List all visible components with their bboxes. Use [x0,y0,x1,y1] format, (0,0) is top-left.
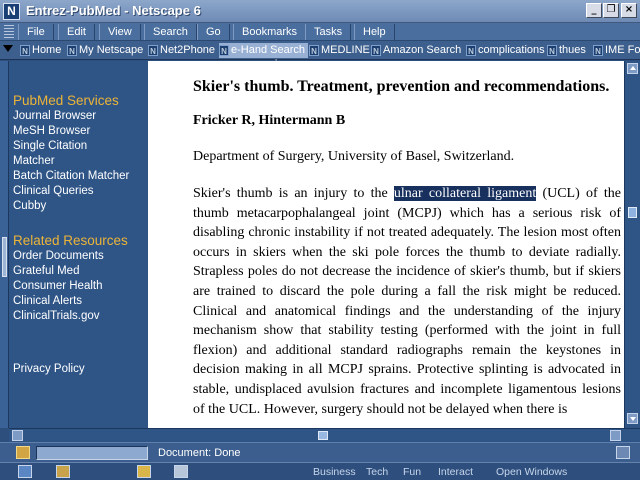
taskbar-link-business[interactable]: Business [313,465,356,479]
link-single-citation[interactable]: Single Citation [13,139,87,154]
taskbar-link-fun[interactable]: Fun [403,465,421,479]
article-title: Skier's thumb. Treatment, prevention and… [193,78,610,95]
vertical-scroll-thumb[interactable] [628,207,637,218]
link-clinicaltrials[interactable]: ClinicalTrials.gov [13,309,100,324]
article: Skier's thumb. Treatment, prevention and… [193,76,621,419]
vertical-scrollbar[interactable] [624,61,640,428]
navigator-icon[interactable] [18,465,32,478]
article-abstract: Skier's thumb is an injury to the ulnar … [193,184,621,419]
menu-go[interactable]: Go [197,24,230,40]
address-book-icon[interactable] [174,465,188,478]
menu-bookmarks[interactable]: Bookmarks [233,24,307,40]
bookmark-icon: N [593,45,603,56]
bookmark-icon: N [20,45,30,56]
link-cubby[interactable]: Cubby [13,199,46,214]
menu-bar: File Edit View Search Go Bookmarks Tasks… [0,23,640,41]
abstract-text: Skier's thumb is an injury to the [193,186,394,201]
browser-window: N Entrez-PubMed - Netscape 6 _ ❐ × File … [0,0,640,480]
task-bar: Business Tech Fun Interact Open Windows [0,462,640,480]
taskbar-link-tech[interactable]: Tech [366,465,388,479]
link-grateful-med[interactable]: Grateful Med [13,264,79,279]
menu-search[interactable]: Search [144,24,197,40]
bookmark-label: e-Hand Search [231,44,305,56]
link-batch-citation-matcher[interactable]: Batch Citation Matcher [13,169,129,184]
progress-bar [36,446,148,460]
bookmark-icon: N [466,45,476,56]
link-order-documents[interactable]: Order Documents [13,249,104,264]
bookmark-home[interactable]: N Home [20,43,61,58]
personal-toolbar: N Home N My Netscape N Net2Phone Ne-Hand Se… [0,41,640,60]
scroll-down-button[interactable] [627,413,638,424]
bookmark-icon: N [371,45,381,56]
minimize-button[interactable]: _ [586,3,602,18]
scroll-right-button[interactable] [610,430,621,441]
bookmark-label: thues [559,44,586,56]
mail-icon[interactable] [56,465,70,478]
close-button[interactable]: × [621,3,637,18]
link-clinical-alerts[interactable]: Clinical Alerts [13,294,82,309]
scroll-left-button[interactable] [12,430,23,441]
splitter-grip-icon[interactable] [2,237,7,277]
menubar-grip-icon[interactable] [4,25,14,39]
bookmark-label: Net2Phone [160,44,216,56]
sidebar-splitter[interactable] [0,61,9,428]
bookmark-amazon-search[interactable]: N Amazon Search [371,43,461,58]
arrow-up-icon [630,66,636,70]
window-title: Entrez-PubMed - Netscape 6 [26,3,201,18]
bookmark-label: MEDLINE [321,44,370,56]
link-clinical-queries[interactable]: Clinical Queries [13,184,94,199]
netscape-logo-icon: N [3,3,20,20]
abstract-text: (UCL) of the thumb metacarpophalangeal j… [193,186,622,417]
horizontal-scroll-thumb[interactable] [318,431,328,440]
menu-tasks[interactable]: Tasks [305,24,352,40]
bookmark-icon: N [219,45,229,56]
menu-file[interactable]: File [18,24,54,40]
taskbar-link-open-windows[interactable]: Open Windows [496,465,567,479]
menu-edit[interactable]: Edit [58,24,95,40]
taskbar-link-interact[interactable]: Interact [438,465,473,479]
bookmark-thues[interactable]: Nthues [547,43,586,58]
bookmark-icon: N [547,45,557,56]
bookmark-e-hand-search[interactable]: Ne-Hand Search [219,43,308,58]
status-bar: Document: Done [0,442,640,462]
horizontal-scrollbar[interactable] [9,428,640,442]
arrow-down-icon [630,417,636,421]
bookmark-my-netscape[interactable]: N My Netscape [67,43,143,58]
menu-help[interactable]: Help [354,24,395,40]
restore-button[interactable]: ❐ [603,3,619,18]
bookmark-label: IME Fo [605,44,640,56]
article-authors: Fricker R, Hintermann B [193,113,346,128]
toolbar-collapse-icon[interactable] [3,45,13,52]
bookmark-net2phone[interactable]: N Net2Phone [148,43,215,58]
link-privacy-policy[interactable]: Privacy Policy [13,362,85,377]
menu-view[interactable]: View [99,24,141,40]
bookmark-ime[interactable]: N IME Fo [593,43,640,58]
bookmark-icon: N [148,45,158,56]
services-heading: PubMed Services [13,93,119,108]
link-consumer-health[interactable]: Consumer Health [13,279,102,294]
link-journal-browser[interactable]: Journal Browser [13,109,96,124]
article-affiliation: Department of Surgery, University of Bas… [193,149,515,164]
bookmark-label: Home [32,44,62,56]
title-bar[interactable]: N Entrez-PubMed - Netscape 6 _ ❐ × [0,0,640,23]
composer-icon[interactable] [137,465,151,478]
bookmark-complications[interactable]: Ncomplications [466,43,545,58]
scroll-up-button[interactable] [627,63,638,74]
bookmark-label: My Netscape [79,44,144,56]
security-icon[interactable] [16,446,30,459]
bookmark-medline[interactable]: N MEDLINE [309,43,370,58]
bookmark-icon: N [67,45,77,56]
lock-icon[interactable] [616,446,630,459]
link-single-citation-matcher[interactable]: Matcher [13,154,55,169]
bookmark-icon: N [309,45,319,56]
sidebar: PubMed Services Journal Browser MeSH Bro… [0,61,148,428]
bookmark-label: complications [478,44,545,56]
link-mesh-browser[interactable]: MeSH Browser [13,124,90,139]
content-area: Skier's thumb. Treatment, prevention and… [148,61,624,428]
selected-text[interactable]: ulnar collateral ligament [393,186,537,201]
resources-heading: Related Resources [13,233,128,248]
bookmark-label: Amazon Search [383,44,462,56]
status-text: Document: Done [158,447,241,459]
